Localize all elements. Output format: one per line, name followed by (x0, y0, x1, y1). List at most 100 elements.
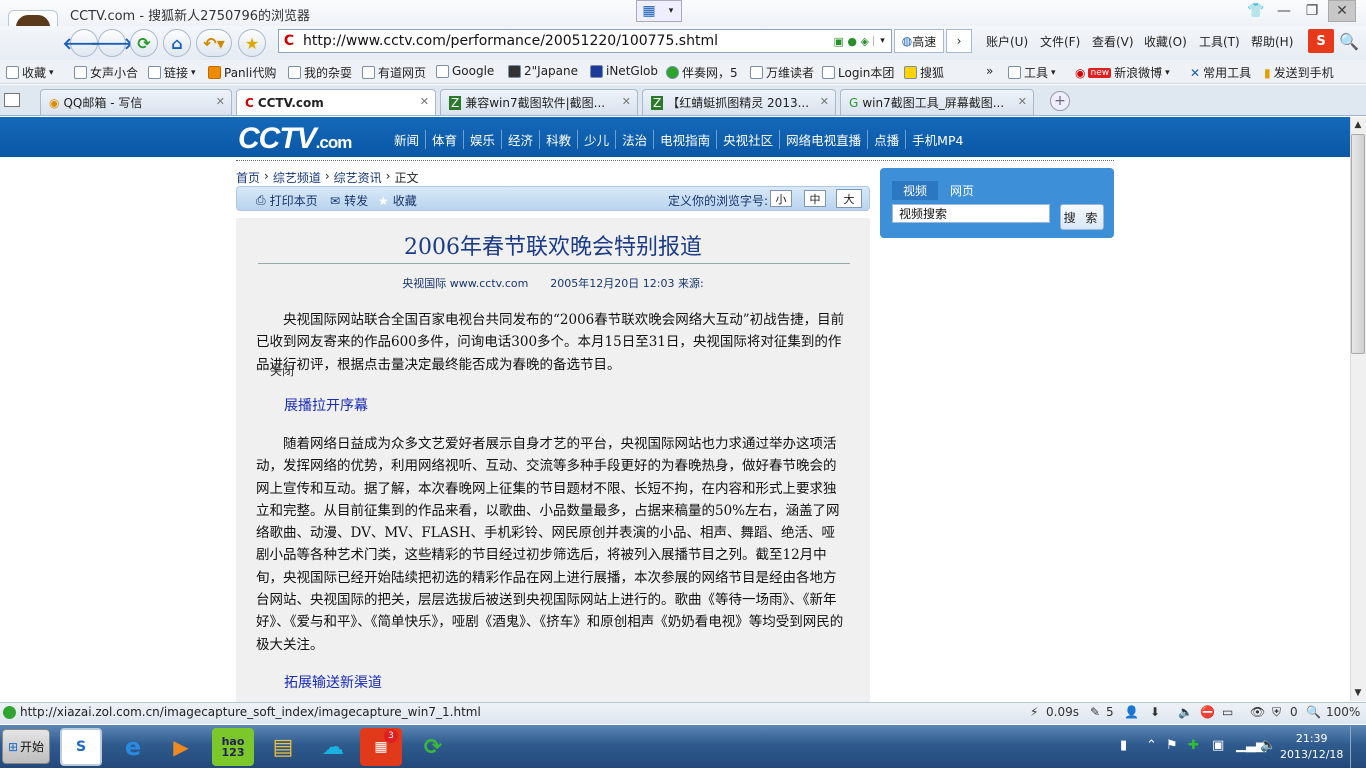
toolbar-send-to-phone[interactable]: ▮ 发送到手机 (1264, 64, 1334, 81)
ie-taskbar-icon[interactable]: e (112, 728, 154, 766)
toolbar-weibo[interactable]: ◉ new 新浪微博 ▾ (1075, 64, 1170, 81)
refresh-app-taskbar-icon[interactable]: ⟳ (412, 728, 454, 766)
menu-file[interactable]: 文件(F) (1040, 33, 1080, 50)
bookmark-item[interactable]: 伴奏网，5 (666, 64, 738, 81)
battery-icon[interactable]: ▮ (1120, 738, 1127, 753)
sogou-search-logo-icon[interactable]: S (1308, 29, 1334, 53)
breadcrumb-variety[interactable]: 综艺频道 (273, 169, 321, 186)
tray-expand-icon[interactable]: ⌃ (1146, 738, 1157, 753)
bookmark-favorites[interactable]: 收藏 ▾ (6, 64, 54, 81)
close-window-button[interactable]: ✕ (1328, 0, 1356, 22)
search-tab-web[interactable]: 网页 (950, 182, 974, 199)
bookmark-item[interactable]: 有道网页 (362, 64, 426, 81)
nav-economy[interactable]: 经济 (501, 130, 539, 149)
start-button[interactable]: ⊞ 开始 (2, 729, 50, 764)
explorer-folder-taskbar-icon[interactable]: ▤ (262, 728, 304, 766)
font-large-button[interactable]: 大 (836, 189, 862, 208)
sound-icon[interactable]: 🔈 (1178, 705, 1193, 719)
search-icon[interactable]: 🔍 (1336, 29, 1362, 53)
nav-live-tv[interactable]: 网络电视直播 (779, 130, 867, 149)
media-player-taskbar-icon[interactable]: ▶ (160, 728, 202, 766)
nav-law[interactable]: 法治 (615, 130, 653, 149)
skin-switch[interactable]: ▦ ▾ (636, 0, 682, 22)
more-bookmarks-icon[interactable]: » (986, 64, 993, 78)
tab-qqmail[interactable]: ◉ QQ邮箱 - 写信 ✕ (40, 89, 232, 115)
scrollbar-thumb[interactable] (1351, 134, 1365, 354)
nav-vod[interactable]: 点播 (867, 130, 905, 149)
tab-win7-capture[interactable]: Z 兼容win7截图软件|截图... ✕ (440, 89, 638, 115)
shield-icon[interactable]: ⛨ (1272, 705, 1281, 720)
speed-mode-button[interactable]: ◍ 高速 (894, 29, 944, 53)
sidebar-toggle-icon[interactable] (4, 93, 20, 107)
device-icon[interactable]: ▣ (1212, 738, 1224, 753)
nav-mobile-mp4[interactable]: 手机MP4 (905, 130, 969, 149)
menu-favorites[interactable]: 收藏(O) (1144, 33, 1187, 50)
menu-account[interactable]: 账户(U) (986, 33, 1028, 50)
bookmark-item[interactable]: iNetGlob (590, 64, 658, 78)
close-tab-icon[interactable]: ✕ (420, 95, 429, 108)
toolbar-common-tools[interactable]: ✕ 常用工具 (1190, 64, 1251, 81)
forward-button[interactable]: 🡒 (91, 29, 133, 57)
bookmark-item[interactable]: 我的杂耍 (288, 64, 352, 81)
cctv-logo[interactable]: CCTV.com (238, 122, 352, 156)
bookmark-item[interactable]: 女声小合 (74, 64, 138, 81)
nav-news[interactable]: 新闻 (392, 130, 425, 149)
restore-button[interactable]: ❐ (1298, 0, 1326, 22)
tab-red-dragonfly[interactable]: Z 【红蜻蜓抓图精灵 2013... ✕ (642, 89, 836, 115)
sogou-browser-taskbar-icon[interactable]: S (60, 728, 102, 766)
print-page-button[interactable]: ⎙ 打印本页 (256, 192, 318, 209)
nav-community[interactable]: 央视社区 (716, 130, 779, 149)
video-search-input[interactable]: 视频搜索 (892, 204, 1050, 223)
favorite-article-button[interactable]: ★ 收藏 (378, 192, 417, 209)
volume-icon[interactable]: 🔈 (1260, 738, 1276, 753)
tab-win7-screenshot[interactable]: Gwin7截图工具_屏幕截图... ✕ (840, 89, 1034, 115)
nav-science[interactable]: 科教 (539, 130, 577, 149)
refresh-button[interactable]: ⟳ (130, 29, 158, 57)
bookmark-item[interactable]: Google (436, 64, 494, 78)
user-icon[interactable]: 👤 (1124, 705, 1139, 719)
menu-help[interactable]: 帮助(H) (1251, 33, 1293, 50)
zoom-icon[interactable]: 🔍 (1306, 705, 1321, 719)
search-tab-video[interactable]: 视频 (892, 181, 938, 200)
zoom-level[interactable]: 100% (1326, 705, 1360, 719)
bookmark-item[interactable]: 搜狐 (904, 64, 944, 81)
close-tab-icon[interactable]: ✕ (1018, 95, 1027, 108)
shirt-skin-icon[interactable]: 👕 (1242, 0, 1270, 22)
close-tab-icon[interactable]: ✕ (622, 95, 631, 108)
nav-children[interactable]: 少儿 (577, 130, 615, 149)
close-tab-icon[interactable]: ✕ (820, 95, 829, 108)
home-button[interactable]: ⌂ (163, 29, 191, 57)
address-bar[interactable]: C http://www.cctv.com/performance/200512… (278, 29, 892, 53)
scroll-up-icon[interactable]: ▲ (1351, 118, 1365, 132)
nav-tv-guide[interactable]: 电视指南 (653, 130, 716, 149)
scroll-down-icon[interactable]: ▼ (1351, 686, 1365, 700)
cloud-taskbar-icon[interactable]: ☁ (312, 728, 354, 766)
breadcrumb-variety-news[interactable]: 综艺资讯 (334, 169, 382, 186)
forward-article-button[interactable]: ✉ 转发 (330, 192, 368, 209)
bookmark-item[interactable]: 2"Japane (508, 64, 578, 78)
minimize-button[interactable]: — (1270, 0, 1298, 22)
menu-view[interactable]: 查看(V) (1092, 33, 1134, 50)
close-tab-icon[interactable]: ✕ (216, 95, 225, 108)
nav-sports[interactable]: 体育 (425, 130, 463, 149)
address-dropdown-icon[interactable]: ▾ (873, 36, 891, 46)
download-icon[interactable]: ⬇ (1150, 705, 1160, 719)
close-overlay-link[interactable]: 关闭 (270, 362, 294, 379)
bookmark-item[interactable]: 万维读者 (750, 64, 814, 81)
bookmark-item[interactable]: Login本团 (822, 64, 894, 81)
flag-icon[interactable]: ⚑ (1166, 738, 1178, 753)
toolbar-tools[interactable]: 工具 ▾ (1008, 64, 1056, 81)
blocked-ads-icon[interactable]: ✎ (1090, 705, 1100, 719)
font-medium-button[interactable]: 中 (804, 190, 826, 207)
menu-tools[interactable]: 工具(T) (1199, 33, 1240, 50)
bookmark-item[interactable]: Panli代购 (208, 64, 276, 81)
hao123-taskbar-icon[interactable]: hao 123 (212, 728, 254, 766)
undo-close-button[interactable]: ↶▾ (196, 29, 232, 57)
tab-cctv[interactable]: C CCTV.com ✕ (236, 89, 436, 115)
security-plus-icon[interactable]: ✚ (1188, 738, 1199, 753)
nav-entertainment[interactable]: 娱乐 (463, 130, 501, 149)
cleanup-icon[interactable]: ⛔ (1200, 705, 1215, 719)
video-search-button[interactable]: 搜 索 (1060, 204, 1104, 230)
breadcrumb-home[interactable]: 首页 (236, 169, 260, 186)
go-button[interactable]: › (946, 29, 972, 53)
